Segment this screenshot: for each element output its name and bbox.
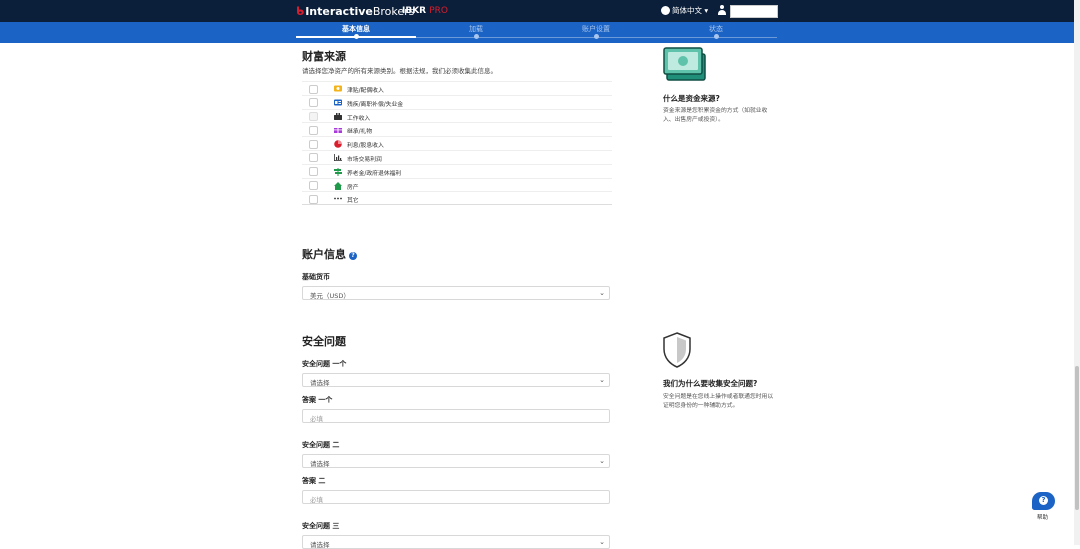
security-info-title: 我们为什么要收集安全问题? [663, 379, 758, 388]
top-nav-bar [0, 0, 1080, 22]
checkbox[interactable] [309, 98, 318, 108]
id-card-icon [334, 99, 342, 106]
logo-text-interactive: Interactive [305, 5, 373, 18]
answer-2-label: 答案 二 [302, 477, 326, 485]
wealth-source-list: 津贴/配偶收入 残疾/离职补偿/失业金 工作收入 继承/礼物 利息/股息收入 市… [302, 81, 612, 206]
ibkr-pro-label: IBKR PRO [402, 6, 448, 16]
base-currency-label: 基础货币 [302, 273, 330, 281]
checkbox[interactable] [309, 181, 318, 191]
language-selector[interactable]: 简体中文 ▾ [661, 5, 708, 16]
list-item[interactable]: 继承/礼物 [302, 122, 612, 136]
account-info-title-text: 账户信息 [302, 248, 346, 261]
username-box[interactable] [730, 5, 778, 18]
briefcase-icon [334, 112, 342, 120]
checkbox[interactable] [309, 194, 318, 204]
list-item-label: 房产 [347, 184, 359, 191]
wealth-source-subtitle: 请选择您净资产的所有来源类别。根据法规，我们必须收集此信息。 [302, 67, 497, 75]
checkbox[interactable] [309, 125, 318, 135]
language-label: 简体中文 ▾ [672, 6, 709, 15]
checkbox[interactable] [309, 139, 318, 149]
step-dot-2 [474, 34, 479, 39]
chevron-down-icon: ⌄ [599, 289, 605, 297]
product-tier: PRO [429, 6, 449, 16]
wealth-info-text: 资金来源是您积累资金的方式（如就业收入、出售房产或投资）。 [663, 108, 768, 123]
house-icon [334, 181, 342, 190]
base-currency-value: 美元（USD） [310, 292, 350, 300]
list-item[interactable]: 工作收入 [302, 108, 612, 123]
user-icon[interactable] [717, 5, 727, 16]
scrollbar-thumb[interactable] [1075, 366, 1079, 510]
list-item[interactable]: 房产 [302, 177, 612, 192]
bar-chart-icon [334, 153, 342, 161]
ib-logo[interactable]: ᑲInteractiveBrokers [296, 5, 414, 18]
step-basic-info[interactable]: 基本信息 [316, 24, 396, 34]
answer-2-input[interactable]: 必填 [302, 490, 610, 504]
progress-step-bar [0, 22, 1074, 43]
flame-icon: ᑲ [296, 5, 305, 18]
list-item-label: 津贴/配偶收入 [347, 88, 384, 94]
shield-icon [663, 332, 691, 368]
list-item[interactable]: 市场交易利润 [302, 149, 612, 164]
list-item[interactable]: 利息/股息收入 [302, 136, 612, 150]
security-info-text: 安全问题是在您线上操作或者联通您时用以证明您身份的一种辅助方式。 [663, 394, 774, 409]
step-dot-4 [714, 34, 719, 39]
checkbox[interactable] [309, 167, 318, 177]
security-question-3-value: 请选择 [310, 541, 330, 549]
list-item-label: 其它 [347, 198, 359, 205]
answer-2-placeholder: 必填 [310, 496, 323, 504]
more-icon [334, 195, 342, 202]
list-item-label: 工作收入 [347, 115, 371, 122]
security-question-1-value: 请选择 [310, 379, 330, 387]
question-icon: ? [1039, 496, 1048, 505]
list-item-label: 残疾/离职补偿/失业金 [347, 101, 404, 108]
answer-1-input[interactable]: 必填 [302, 409, 610, 423]
globe-icon [661, 6, 670, 15]
account-info-title: 账户信息? [302, 246, 357, 262]
list-item[interactable]: 残疾/离职补偿/失业金 [302, 94, 612, 109]
help-label[interactable]: 帮助 [1037, 513, 1048, 521]
product-name: IBKR [402, 6, 430, 16]
list-item[interactable]: 其它 [302, 191, 612, 206]
step-dot-1 [354, 34, 359, 39]
list-item-label: 市场交易利润 [347, 156, 382, 163]
list-item-label: 继承/礼物 [347, 129, 373, 136]
list-item[interactable]: 津贴/配偶收入 [302, 81, 612, 95]
answer-1-placeholder: 必填 [310, 415, 323, 423]
security-question-1-select[interactable]: 请选择 ⌄ [302, 373, 610, 387]
answer-1-label: 答案 一个 [302, 396, 333, 404]
step-account-settings[interactable]: 账户设置 [556, 24, 636, 34]
security-question-2-value: 请选择 [310, 460, 330, 468]
list-item-label: 养老金/政府退休福利 [347, 170, 402, 177]
base-currency-select[interactable]: 美元（USD） ⌄ [302, 286, 610, 300]
help-icon[interactable]: ? [349, 252, 357, 260]
security-question-3-select[interactable]: 请选择 ⌄ [302, 535, 610, 549]
security-questions-title: 安全问题 [302, 335, 346, 348]
pie-chart-icon [334, 140, 342, 148]
checkbox[interactable] [309, 153, 318, 163]
security-question-1-label: 安全问题 一个 [302, 360, 347, 368]
chevron-down-icon: ⌄ [599, 457, 605, 465]
wealth-source-title: 财富来源 [302, 50, 346, 63]
coin-icon [334, 85, 342, 92]
step-loading[interactable]: 加载 [436, 24, 516, 34]
checkbox[interactable] [309, 112, 318, 122]
wealth-info-title: 什么是资金来源? [663, 94, 720, 103]
security-question-2-label: 安全问题 二 [302, 441, 340, 449]
money-bills-icon [663, 46, 707, 82]
checkbox[interactable] [309, 84, 318, 94]
list-item-label: 利息/股息收入 [347, 143, 384, 150]
gift-icon [334, 126, 342, 134]
help-chat-button[interactable]: ? [1032, 492, 1055, 510]
security-question-3-label: 安全问题 三 [302, 522, 340, 530]
security-question-2-select[interactable]: 请选择 ⌄ [302, 454, 610, 468]
list-item[interactable]: 养老金/政府退休福利 [302, 163, 612, 178]
step-dot-3 [594, 34, 599, 39]
step-status[interactable]: 状态 [676, 24, 756, 34]
signpost-icon [334, 167, 342, 176]
chevron-down-icon: ⌄ [599, 376, 605, 384]
